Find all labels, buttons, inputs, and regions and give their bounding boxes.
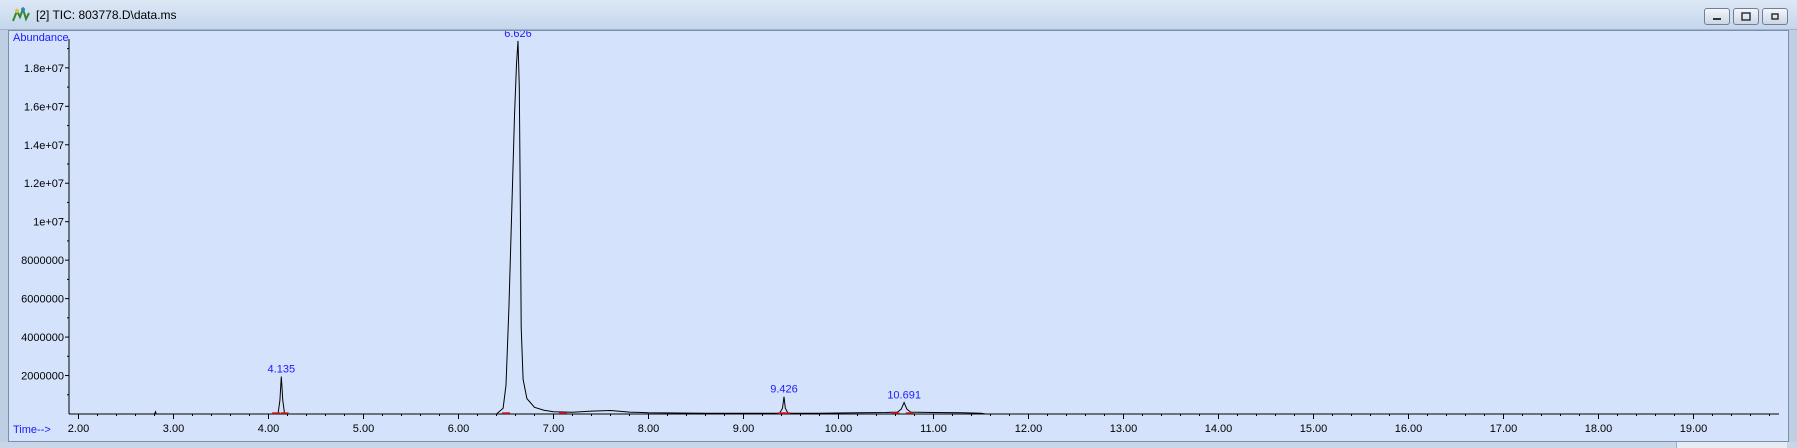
x-tick-label: 6.00 [448, 423, 469, 435]
x-axis-label: Time--> [13, 424, 51, 436]
tic-trace [78, 40, 986, 415]
y-axis-label: Abundance [13, 32, 69, 44]
x-tick-label: 8.00 [638, 423, 659, 435]
y-tick-label: 1.4e+07 [24, 140, 64, 152]
x-tick-label: 2.00 [68, 423, 89, 435]
tic-chart: Abundance Time--> 2000000 4000000 6000000 800… [13, 31, 1779, 436]
window-title: [2] TIC: 803778.D\data.ms [36, 8, 177, 22]
y-tick-label: 2000000 [21, 371, 64, 383]
x-tick-label: 11.00 [920, 423, 947, 435]
x-tick-label: 14.00 [1205, 423, 1233, 435]
close-icon [1771, 13, 1779, 20]
maximize-button[interactable] [1733, 8, 1759, 25]
y-tick-label: 1.8e+07 [24, 63, 64, 75]
y-tick-label: 1.6e+07 [24, 101, 64, 113]
restore-icon [1741, 12, 1751, 21]
minimize-icon [1713, 18, 1721, 20]
peak-label: 6.626 [504, 31, 532, 40]
x-tick-label: 7.00 [543, 423, 564, 435]
x-tick-label: 10.00 [825, 423, 853, 435]
y-tick-label: 1.2e+07 [24, 178, 64, 190]
x-tick-label: 18.00 [1585, 423, 1613, 435]
x-tick-label: 12.00 [1015, 423, 1043, 435]
peak-label: 10.691 [887, 389, 921, 401]
chromatogram-app-icon [12, 5, 30, 23]
minimize-button[interactable] [1704, 8, 1730, 25]
status-bar [0, 442, 1797, 448]
close-button[interactable] [1762, 8, 1788, 25]
status-panel [1676, 442, 1787, 448]
peak-label: 9.426 [770, 384, 798, 396]
x-tick-label: 3.00 [163, 423, 184, 435]
x-tick-label: 13.00 [1110, 423, 1138, 435]
x-tick-label: 19.00 [1680, 423, 1708, 435]
y-tick-label: 8000000 [21, 255, 64, 267]
x-tick-label: 4.00 [258, 423, 279, 435]
x-tick-label: 17.00 [1490, 423, 1518, 435]
peak-label: 4.135 [268, 364, 296, 376]
window-titlebar[interactable]: [2] TIC: 803778.D\data.ms [0, 0, 1797, 30]
y-tick-label: 6000000 [21, 294, 64, 306]
x-tick-label: 5.00 [353, 423, 374, 435]
x-tick-label: 15.00 [1300, 423, 1328, 435]
x-tick-label: 9.00 [733, 423, 754, 435]
chromatogram-plot-area[interactable]: Abundance Time--> 2000000 4000000 6000000 800… [8, 30, 1789, 442]
x-tick-label: 16.00 [1395, 423, 1423, 435]
y-tick-label: 1e+07 [33, 217, 64, 229]
y-tick-label: 4000000 [21, 332, 64, 344]
